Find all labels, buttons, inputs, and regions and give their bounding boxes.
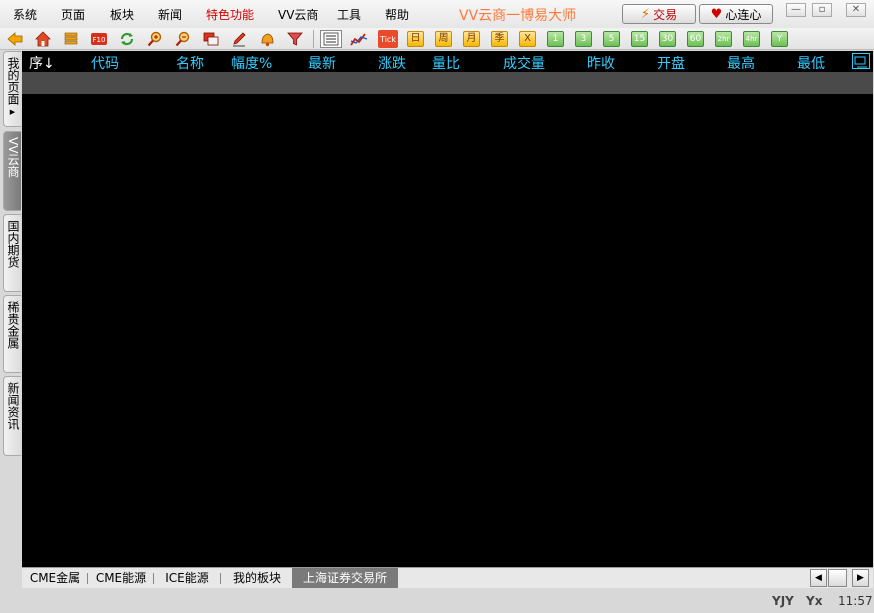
col-high[interactable]: 最高 <box>727 53 755 73</box>
period-4hr-button[interactable]: 4hr <box>743 31 760 47</box>
tab-divider <box>87 573 88 584</box>
col-last[interactable]: 最新 <box>308 53 336 73</box>
tab-divider <box>153 573 154 584</box>
col-volume[interactable]: 成交量 <box>503 53 545 73</box>
side-tab-my-page[interactable]: 我的页面 ▶ <box>3 51 21 127</box>
tick-button[interactable]: Tick <box>378 30 398 48</box>
period-month-button[interactable]: 月 <box>463 31 480 47</box>
period-x-button[interactable]: X <box>519 31 536 47</box>
period-day-button[interactable]: 日 <box>407 31 424 47</box>
minimize-button[interactable]: — <box>786 3 806 17</box>
side-tab-arrow-icon: ▶ <box>9 108 16 116</box>
pencil-icon[interactable] <box>230 30 248 48</box>
col-open[interactable]: 开盘 <box>657 53 685 73</box>
bottom-tab-shanghai-exchange[interactable]: 上海证券交易所 <box>292 568 398 588</box>
list-view-icon[interactable] <box>320 30 342 48</box>
period-30min-button[interactable]: 30 <box>659 31 676 47</box>
menu-tools[interactable]: 工具 <box>337 6 361 23</box>
col-volume-ratio[interactable]: 量比 <box>432 53 460 73</box>
side-tab-domestic-futures[interactable]: 国内期货 <box>3 214 21 292</box>
menu-sector[interactable]: 板块 <box>110 6 134 23</box>
menu-special-features[interactable]: 特色功能 <box>206 6 254 23</box>
grid-header: 序↓ 代码 名称 幅度% 最新 涨跌 量比 成交量 昨收 开盘 最高 最低 <box>22 51 873 72</box>
period-week-button[interactable]: 周 <box>435 31 452 47</box>
trade-button[interactable]: ⚡ 交易 <box>622 4 696 24</box>
col-name[interactable]: 名称 <box>176 53 204 73</box>
side-tab-vv-yunshang-label: VV云商 <box>6 137 20 178</box>
filter-status-icon[interactable]: Yx <box>806 594 822 608</box>
app-window: 系统 页面 板块 新闻 特色功能 VV云商 工具 帮助 VV云商一博易大师 ⚡ … <box>0 0 874 613</box>
refresh-icon[interactable] <box>118 30 136 48</box>
bottom-tab-ice-energy[interactable]: ICE能源 <box>158 568 216 588</box>
trade-button-label: 交易 <box>653 7 678 22</box>
quote-grid[interactable]: 序↓ 代码 名称 幅度% 最新 涨跌 量比 成交量 昨收 开盘 最高 最低 <box>22 51 873 567</box>
bottom-tab-cme-metals[interactable]: CME金属 <box>26 568 84 588</box>
period-year-button[interactable]: Y <box>771 31 788 47</box>
period-2hr-button[interactable]: 2hr <box>715 31 732 47</box>
grid-selection-row[interactable] <box>22 72 873 94</box>
period-1min-button[interactable]: 1 <box>547 31 564 47</box>
menu-page[interactable]: 页面 <box>61 6 85 23</box>
period-5min-button[interactable]: 5 <box>603 31 620 47</box>
bell-icon[interactable] <box>258 30 276 48</box>
toolbar-separator <box>313 30 314 48</box>
col-low[interactable]: 最低 <box>797 53 825 73</box>
menu-system[interactable]: 系统 <box>13 6 37 23</box>
menu-news[interactable]: 新闻 <box>158 6 182 23</box>
zoom-in-icon[interactable] <box>146 30 164 48</box>
col-change-pct[interactable]: 幅度% <box>231 53 272 73</box>
side-tab-my-page-label: 我的页面 <box>6 57 20 105</box>
side-tab-news-label: 新闻资讯 <box>6 382 20 430</box>
col-prev-close[interactable]: 昨收 <box>587 53 615 73</box>
lightning-icon: ⚡ <box>640 6 651 22</box>
yjy-indicator[interactable]: YJY <box>772 594 794 608</box>
window-icon[interactable] <box>202 30 220 48</box>
home-icon[interactable] <box>34 30 52 48</box>
coins-icon[interactable] <box>62 30 80 48</box>
xinlianxin-button[interactable]: ♥ 心连心 <box>699 4 773 24</box>
col-change[interactable]: 涨跌 <box>378 53 406 73</box>
tab-divider <box>220 573 221 584</box>
scroll-right-button[interactable]: ▶ <box>852 569 869 587</box>
bottom-tab-bar: CME金属 CME能源 ICE能源 我的板块 上海证券交易所 ◀ ▶ <box>22 567 873 588</box>
col-code[interactable]: 代码 <box>91 53 119 73</box>
side-tab-domestic-futures-label: 国内期货 <box>6 220 20 268</box>
bottom-tab-cme-energy[interactable]: CME能源 <box>92 568 150 588</box>
scroll-track[interactable] <box>828 569 847 587</box>
side-tab-vv-yunshang[interactable]: VV云商 <box>3 131 21 211</box>
f10-icon[interactable]: F10 <box>90 30 108 48</box>
line-chart-icon[interactable] <box>350 30 368 48</box>
status-time: 11:57 <box>838 594 873 608</box>
side-tab-precious-metals-label: 稀贵金属 <box>6 301 20 349</box>
col-index[interactable]: 序↓ <box>29 53 55 73</box>
xinlianxin-button-label: 心连心 <box>725 7 762 22</box>
close-button[interactable]: ✕ <box>846 3 866 17</box>
column-settings-icon[interactable] <box>852 53 870 69</box>
bottom-tab-my-sector[interactable]: 我的板块 <box>225 568 289 588</box>
menu-help[interactable]: 帮助 <box>385 6 409 23</box>
side-tab-precious-metals[interactable]: 稀贵金属 <box>3 295 21 373</box>
svg-text:F10: F10 <box>93 36 106 44</box>
filter-icon[interactable] <box>286 30 304 48</box>
back-arrow-icon[interactable] <box>6 30 24 48</box>
zoom-out-icon[interactable] <box>174 30 192 48</box>
app-title: VV云商一博易大师 <box>459 8 577 24</box>
toolbar: F10 Tick 日 周 月 季 X 1 3 5 15 30 60 2hr 4h… <box>0 28 874 50</box>
period-3min-button[interactable]: 3 <box>575 31 592 47</box>
status-bar: YJY Yx 11:57 <box>0 589 874 613</box>
period-15min-button[interactable]: 15 <box>631 31 648 47</box>
menu-vv-yunshang[interactable]: VV云商 <box>278 6 318 23</box>
menu-bar: 系统 页面 板块 新闻 特色功能 VV云商 工具 帮助 VV云商一博易大师 ⚡ … <box>0 0 874 28</box>
heart-icon: ♥ <box>710 6 723 22</box>
period-60min-button[interactable]: 60 <box>687 31 704 47</box>
scroll-left-button[interactable]: ◀ <box>810 569 827 587</box>
restore-button[interactable]: ▫ <box>812 3 832 17</box>
side-tab-news[interactable]: 新闻资讯 <box>3 376 21 456</box>
period-quarter-button[interactable]: 季 <box>491 31 508 47</box>
